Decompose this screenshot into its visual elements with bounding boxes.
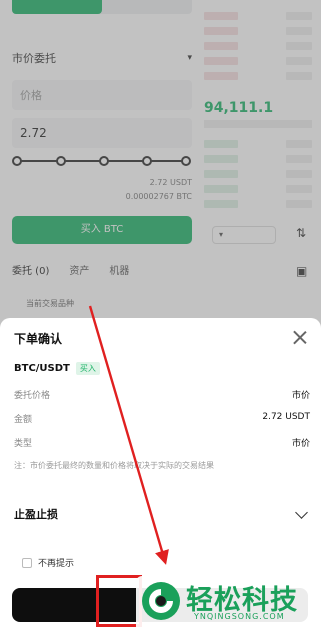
annotation-arrow bbox=[88, 305, 169, 565]
watermark-url: YNQINGSONG.COM bbox=[194, 612, 285, 621]
brand-logo-icon bbox=[142, 582, 180, 620]
watermark: 轻松科技 YNQINGSONG.COM bbox=[136, 576, 321, 628]
